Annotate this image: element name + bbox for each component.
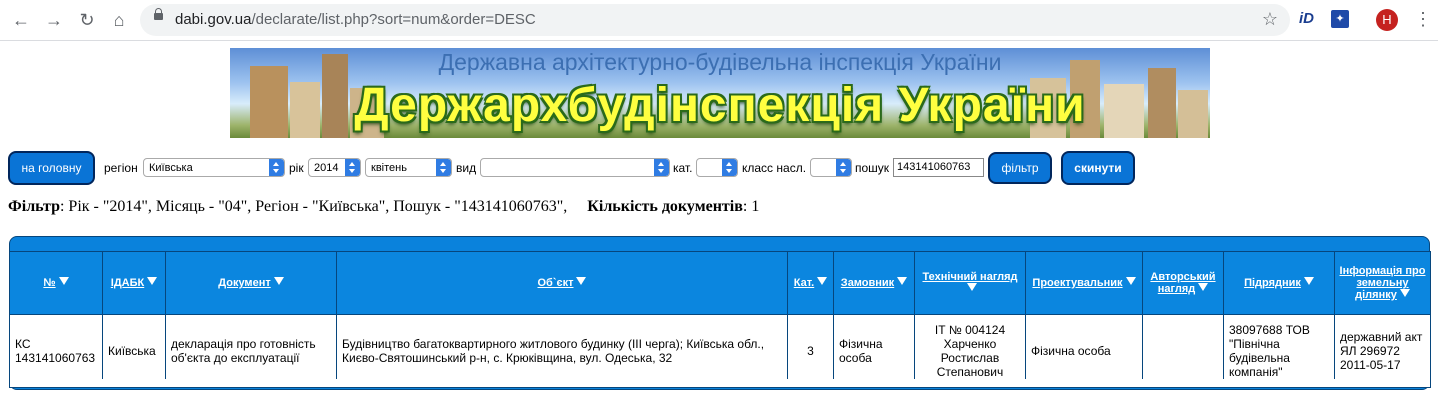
filter-summary-text: : Рік - "2014", Місяць - "04", Регіон - … <box>59 198 568 215</box>
sort-desc-icon[interactable] <box>1198 283 1209 291</box>
filter-summary-label: Фільтр <box>8 198 60 215</box>
sort-link-object[interactable]: Об`єкт <box>538 277 574 289</box>
browser-toolbar: ← → ↻ ⌂ dabi.gov.ua/declarate/list.php?s… <box>0 0 1438 41</box>
cell-customer: Фізична особа <box>833 314 915 388</box>
region-label: регіон <box>104 161 138 175</box>
year-select[interactable]: 2014 <box>308 158 361 177</box>
sort-link-customer[interactable]: Замовник <box>841 277 894 289</box>
sort-desc-icon[interactable] <box>1125 277 1136 285</box>
search-label: пошук <box>855 161 890 175</box>
extension-id-icon[interactable]: iD <box>1299 10 1314 27</box>
filter-summary: Фільтр: Рік - "2014", Місяць - "04", Рег… <box>8 198 759 216</box>
month-select[interactable]: квітень <box>365 158 452 177</box>
region-select-value: Київська <box>149 162 193 174</box>
table-footer-band <box>10 379 1429 387</box>
banner-title: Держархбудінспекція України <box>354 79 1086 132</box>
back-arrow-icon[interactable]: ← <box>10 9 32 31</box>
class-select[interactable] <box>810 158 852 177</box>
cell-author-supervision <box>1142 314 1224 388</box>
table-row: КС 143141060763 Київська декларація про … <box>9 314 1431 388</box>
col-header-tech-supervision[interactable]: Технічний нагляд <box>914 251 1026 315</box>
sort-link-tech-supervision[interactable]: Технічний нагляд <box>922 271 1017 283</box>
select-arrows-icon <box>722 159 737 176</box>
sort-desc-icon[interactable] <box>147 277 158 285</box>
select-arrows-icon <box>436 159 451 176</box>
col-header-object[interactable]: Об`єкт <box>336 251 788 315</box>
sort-desc-icon[interactable] <box>1303 277 1314 285</box>
col-header-document[interactable]: Документ <box>165 251 337 315</box>
col-header-customer[interactable]: Замовник <box>833 251 915 315</box>
address-bar[interactable]: dabi.gov.ua/declarate/list.php?sort=num&… <box>140 4 1290 36</box>
cell-tech-supervision: ІТ № 004124 Харченко Ростислав Степанови… <box>914 314 1026 388</box>
bookmark-star-icon[interactable]: ☆ <box>1262 9 1278 30</box>
col-header-contractor[interactable]: Підрядник <box>1223 251 1335 315</box>
sort-link-designer[interactable]: Проектувальник <box>1032 277 1122 289</box>
col-header-cat[interactable]: Кат. <box>787 251 834 315</box>
cell-object: Будівництво багатоквартирного житлового … <box>336 314 788 388</box>
site-banner: Державна архітектурно-будівельна інспекц… <box>230 48 1210 138</box>
document-count-label: Кількість документів <box>587 198 743 215</box>
cell-designer: Фізична особа <box>1025 314 1143 388</box>
document-count-value: : 1 <box>742 198 760 215</box>
sort-link-land-info[interactable]: Інформація про земельну ділянку <box>1340 265 1426 301</box>
results-table: № ІДАБК Документ Об`єкт Кат. Замовник Те… <box>9 251 1431 388</box>
extension-icon[interactable]: ✦ <box>1331 10 1349 28</box>
col-header-idabk[interactable]: ІДАБК <box>102 251 166 315</box>
search-input[interactable]: 143141060763 <box>893 158 984 177</box>
sort-link-num[interactable]: № <box>43 277 55 289</box>
sort-desc-icon[interactable] <box>58 277 69 285</box>
sort-desc-icon[interactable] <box>1399 289 1410 297</box>
cell-cat: 3 <box>787 314 834 388</box>
url-path: /declarate/list.php?sort=num&order=DESC <box>251 11 536 28</box>
sort-desc-icon[interactable] <box>817 277 828 285</box>
col-header-land-info[interactable]: Інформація про земельну ділянку <box>1334 251 1431 315</box>
reset-button[interactable]: скинути <box>1061 151 1135 185</box>
month-select-value: квітень <box>371 162 407 174</box>
home-button[interactable]: на головну <box>8 151 95 185</box>
profile-avatar[interactable]: H <box>1376 9 1398 31</box>
sort-link-contractor[interactable]: Підрядник <box>1244 277 1301 289</box>
type-label: вид <box>456 161 477 175</box>
filter-button[interactable]: фільтр <box>988 152 1052 184</box>
sort-desc-icon[interactable] <box>966 283 977 291</box>
sort-link-idabk[interactable]: ІДАБК <box>111 277 144 289</box>
col-header-num[interactable]: № <box>9 251 103 315</box>
col-header-designer[interactable]: Проектувальник <box>1025 251 1143 315</box>
lock-icon <box>154 8 163 20</box>
cell-document: декларація про готовність об'єкта до екс… <box>165 314 337 388</box>
forward-arrow-icon[interactable]: → <box>43 9 65 31</box>
reload-icon[interactable]: ↻ <box>76 9 98 31</box>
class-label: класс насл. <box>742 161 807 175</box>
select-arrows-icon <box>269 159 284 176</box>
select-arrows-icon <box>836 159 851 176</box>
table-header-row: № ІДАБК Документ Об`єкт Кат. Замовник Те… <box>9 251 1431 315</box>
cell-num: КС 143141060763 <box>9 314 103 388</box>
home-icon[interactable]: ⌂ <box>108 9 130 31</box>
select-arrows-icon <box>345 159 360 176</box>
sort-link-document[interactable]: Документ <box>218 277 270 289</box>
cat-label: кат. <box>673 161 693 175</box>
sort-link-cat[interactable]: Кат. <box>794 277 814 289</box>
type-select[interactable] <box>480 158 670 177</box>
region-select[interactable]: Київська <box>143 158 285 177</box>
sort-desc-icon[interactable] <box>897 277 908 285</box>
col-header-author-supervision[interactable]: Авторський нагляд <box>1142 251 1224 315</box>
url-host: dabi.gov.ua <box>175 11 252 28</box>
cell-idabk: Київська <box>102 314 166 388</box>
select-arrows-icon <box>654 159 669 176</box>
year-label: рік <box>289 161 304 175</box>
cell-contractor: 38097688 ТОВ "Північна будівельна компан… <box>1223 314 1335 388</box>
banner-subtitle: Державна архітектурно-будівельна інспекц… <box>438 49 1002 75</box>
category-select[interactable] <box>696 158 738 177</box>
sort-desc-icon[interactable] <box>576 277 587 285</box>
url-text[interactable]: dabi.gov.ua/declarate/list.php?sort=num&… <box>175 11 536 28</box>
year-select-value: 2014 <box>314 162 339 174</box>
cell-land-info: державний акт ЯЛ 296972 2011-05-17 <box>1334 314 1431 388</box>
more-menu-icon[interactable]: ⋮ <box>1414 8 1432 30</box>
sort-desc-icon[interactable] <box>273 277 284 285</box>
